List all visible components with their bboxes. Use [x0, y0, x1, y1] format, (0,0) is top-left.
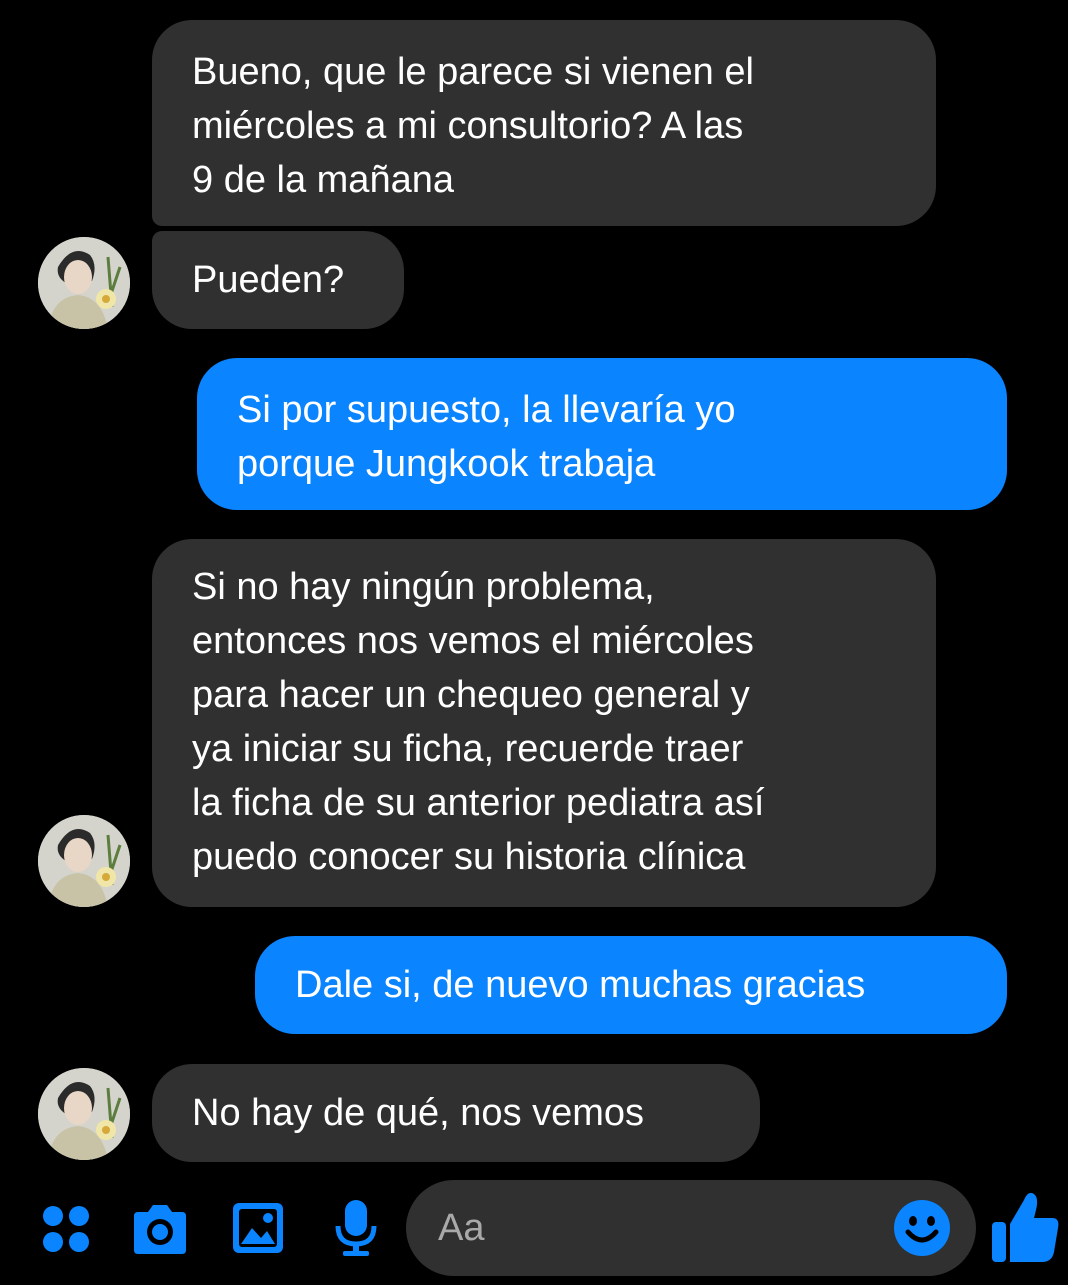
message-bubble-outgoing[interactable]: Si por supuesto, la llevaría yo porque J…: [197, 358, 1007, 510]
microphone-icon[interactable]: [334, 1198, 378, 1258]
message-bubble-outgoing[interactable]: Dale si, de nuevo muchas gracias: [255, 936, 1007, 1034]
message-bubble-incoming[interactable]: No hay de qué, nos vemos: [152, 1064, 760, 1162]
message-input[interactable]: Aa: [406, 1180, 976, 1276]
thumbs-up-icon[interactable]: [990, 1188, 1062, 1264]
contact-avatar[interactable]: [38, 1068, 130, 1160]
message-bubble-incoming[interactable]: Bueno, que le parece si vienen el miérco…: [152, 20, 936, 226]
message-input-placeholder: Aa: [438, 1207, 485, 1249]
emoji-icon[interactable]: [892, 1198, 952, 1258]
message-bubble-incoming[interactable]: Pueden?: [152, 231, 404, 329]
contact-avatar[interactable]: [38, 237, 130, 329]
apps-icon[interactable]: [40, 1203, 92, 1255]
camera-icon[interactable]: [130, 1202, 190, 1256]
contact-avatar[interactable]: [38, 815, 130, 907]
gallery-icon[interactable]: [230, 1200, 286, 1256]
message-bubble-incoming[interactable]: Si no hay ningún problema, entonces nos …: [152, 539, 936, 907]
